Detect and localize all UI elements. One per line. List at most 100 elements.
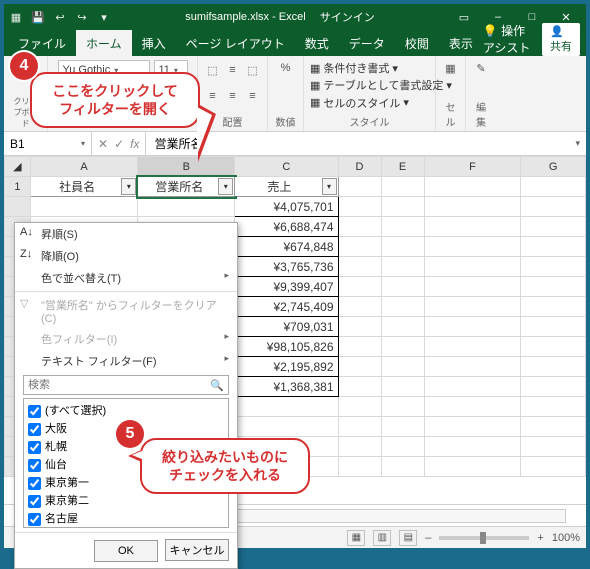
filter-checkbox[interactable] xyxy=(28,459,41,472)
col-G[interactable]: G xyxy=(521,157,586,177)
zoom-level[interactable]: 100% xyxy=(552,532,580,544)
cell-C3[interactable]: ¥6,688,474 xyxy=(235,217,338,237)
sort-asc[interactable]: A↓昇順(S) xyxy=(15,223,237,245)
undo-icon[interactable]: ↩ xyxy=(52,9,68,25)
enter-formula-icon[interactable]: ✓ xyxy=(114,137,124,151)
qat-more-icon[interactable]: ▾ xyxy=(96,9,112,25)
save-icon[interactable]: 💾 xyxy=(30,9,46,25)
view-pagebreak-icon[interactable]: ▤ xyxy=(399,530,417,546)
filter-checkbox[interactable] xyxy=(28,513,41,526)
filter-checkbox[interactable] xyxy=(28,423,41,436)
filter-ok-button[interactable]: OK xyxy=(94,540,158,562)
zoom-out-icon[interactable]: – xyxy=(425,532,431,544)
fx-icon[interactable]: fx xyxy=(130,137,139,151)
ribbon-tabs: ファイル ホーム 挿入 ページ レイアウト 数式 データ 校閲 表示 💡 操作ア… xyxy=(4,30,586,56)
tab-review[interactable]: 校閲 xyxy=(395,30,439,56)
cancel-formula-icon[interactable]: ✕ xyxy=(98,137,108,151)
group-cells-label: セル xyxy=(442,99,459,129)
cell-C4[interactable]: ¥674,848 xyxy=(235,237,338,257)
tab-insert[interactable]: 挿入 xyxy=(132,30,176,56)
group-number: % 数値 xyxy=(268,56,304,131)
text-filter[interactable]: テキスト フィルター(F)▸ xyxy=(15,350,237,372)
filter-checkbox[interactable] xyxy=(28,495,41,508)
tell-me[interactable]: 💡 操作アシスト xyxy=(483,22,534,56)
share-button[interactable]: 👤 共有 xyxy=(542,23,580,56)
cell-C1[interactable]: 売上▾ xyxy=(235,177,338,197)
cell-C11[interactable]: ¥1,368,381 xyxy=(235,377,338,397)
filter-search[interactable]: 🔍 xyxy=(23,375,229,395)
tab-data[interactable]: データ xyxy=(339,30,395,56)
cell-styles[interactable]: ▦ セルのスタイル ▾ xyxy=(310,95,409,111)
filter-cancel-button[interactable]: キャンセル xyxy=(165,539,229,561)
col-B[interactable]: B xyxy=(138,157,235,177)
filter-checkbox[interactable] xyxy=(28,477,41,490)
row-1[interactable]: 1 xyxy=(5,177,31,197)
zoom-slider[interactable] xyxy=(439,536,529,540)
step-badge-5: 5 xyxy=(116,420,144,448)
formula-expand-icon[interactable]: ▾ xyxy=(569,138,586,149)
filter-button-C[interactable]: ▾ xyxy=(322,178,337,195)
group-styles-label: スタイル xyxy=(350,114,390,129)
filter-item[interactable]: 名古屋 xyxy=(26,509,226,527)
editing-icon[interactable]: ✎ xyxy=(473,60,489,76)
group-edit-label: 編集 xyxy=(472,99,490,129)
window-title: sumifsample.xlsx - Excel xyxy=(185,11,305,23)
clear-filter-icon: ▽ xyxy=(20,297,28,310)
cell-C8[interactable]: ¥709,031 xyxy=(235,317,338,337)
clear-filter: ▽"営業所名" からフィルターをクリア(C) xyxy=(15,294,237,328)
cell-B1[interactable]: 営業所名▾ xyxy=(138,177,235,197)
conditional-format[interactable]: ▦ 条件付き書式 ▾ xyxy=(310,60,398,76)
align-top-icon[interactable]: ⬚ xyxy=(205,62,221,78)
group-cells: ▦ セル xyxy=(436,56,466,131)
col-E[interactable]: E xyxy=(381,157,424,177)
group-number-label: 数値 xyxy=(276,114,296,129)
format-as-table[interactable]: ▦ テーブルとして書式設定 ▾ xyxy=(310,77,452,93)
cell-C10[interactable]: ¥2,195,892 xyxy=(235,357,338,377)
name-box[interactable]: B1▾ xyxy=(4,132,92,155)
filter-search-input[interactable] xyxy=(28,379,188,391)
filter-button-A[interactable]: ▾ xyxy=(121,178,136,195)
formula-bar: B1▾ ✕ ✓ fx 営業所名 ▾ xyxy=(4,132,586,156)
align-center-icon[interactable]: ≡ xyxy=(225,88,241,104)
view-layout-icon[interactable]: ▥ xyxy=(373,530,391,546)
group-styles: ▦ 条件付き書式 ▾ ▦ テーブルとして書式設定 ▾ ▦ セルのスタイル ▾ ス… xyxy=(304,56,436,131)
tab-home[interactable]: ホーム xyxy=(76,30,132,56)
col-D[interactable]: D xyxy=(338,157,381,177)
cell-A1[interactable]: 社員名▾ xyxy=(30,177,138,197)
zoom-in-icon[interactable]: + xyxy=(537,532,543,544)
filter-item[interactable]: (すべて選択) xyxy=(26,401,226,419)
tab-view[interactable]: 表示 xyxy=(439,30,483,56)
align-right-icon[interactable]: ≡ xyxy=(245,88,261,104)
number-format-icon[interactable]: % xyxy=(278,60,294,76)
tab-formulas[interactable]: 数式 xyxy=(295,30,339,56)
row-2[interactable] xyxy=(5,197,31,217)
align-left-icon[interactable]: ≡ xyxy=(205,88,221,104)
ribbon-options-icon[interactable]: ▭ xyxy=(448,6,480,28)
align-mid-icon[interactable]: ≡ xyxy=(225,62,241,78)
col-C[interactable]: C xyxy=(235,157,338,177)
redo-icon[interactable]: ↪ xyxy=(74,9,90,25)
sort-desc[interactable]: Z↓降順(O) xyxy=(15,245,237,267)
cell-C5[interactable]: ¥3,765,736 xyxy=(235,257,338,277)
view-normal-icon[interactable]: ▦ xyxy=(347,530,365,546)
signin-label[interactable]: サインイン xyxy=(320,9,375,25)
cell-C2[interactable]: ¥4,075,701 xyxy=(235,197,338,217)
align-bot-icon[interactable]: ⬚ xyxy=(245,62,261,78)
col-A[interactable]: A xyxy=(30,157,138,177)
cell-C6[interactable]: ¥9,399,407 xyxy=(235,277,338,297)
select-all[interactable]: ◢ xyxy=(5,157,31,177)
callout-5: 絞り込みたいものに チェックを入れる xyxy=(140,438,310,494)
tab-pagelayout[interactable]: ページ レイアウト xyxy=(176,30,295,56)
quick-access-toolbar: ▦ 💾 ↩ ↪ ▾ xyxy=(8,9,112,25)
sort-by-color[interactable]: 色で並べ替え(T)▸ xyxy=(15,267,237,289)
filter-item[interactable]: 福岡 xyxy=(26,527,226,528)
filter-checkbox[interactable] xyxy=(28,441,41,454)
sort-desc-icon: Z↓ xyxy=(20,248,32,260)
filter-button-B[interactable]: ▾ xyxy=(218,178,233,195)
col-F[interactable]: F xyxy=(424,157,521,177)
cell-C7[interactable]: ¥2,745,409 xyxy=(235,297,338,317)
cell-C9[interactable]: ¥98,105,826 xyxy=(235,337,338,357)
cells-icon[interactable]: ▦ xyxy=(443,60,459,76)
filter-checkbox[interactable] xyxy=(28,405,41,418)
excel-icon: ▦ xyxy=(8,9,24,25)
